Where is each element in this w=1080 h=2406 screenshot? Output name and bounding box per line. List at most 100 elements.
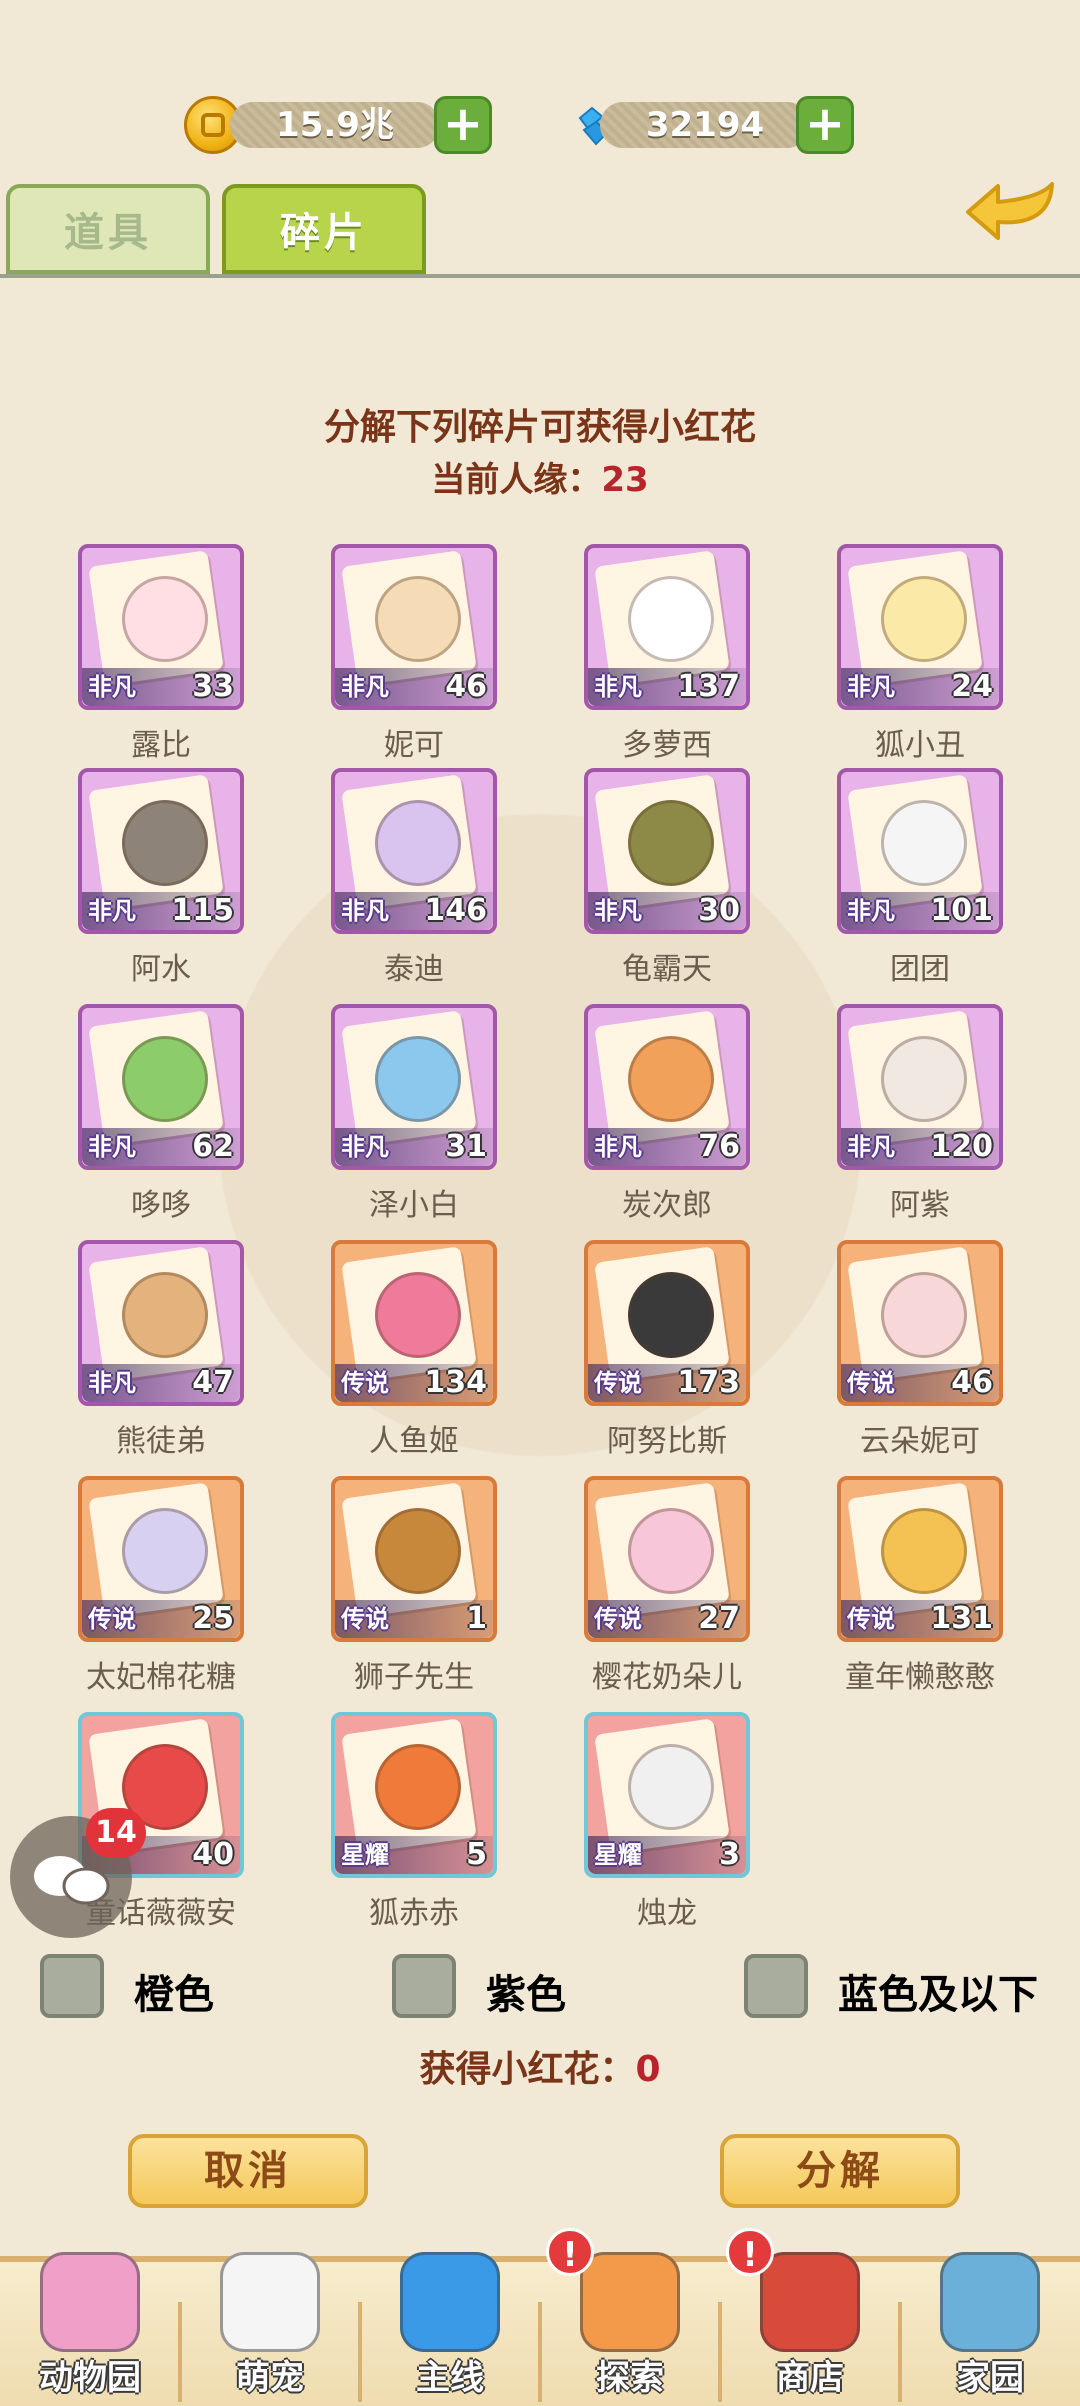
fragment-card[interactable]: 传说 1 [331, 1476, 497, 1642]
fragment-name: 童年懒憨憨 [845, 1660, 995, 1695]
character-portrait-icon [375, 1744, 461, 1830]
fragment-card[interactable]: 传说 134 [331, 1240, 497, 1406]
mission-icon [400, 2252, 500, 2352]
fragment-count: 40 [192, 1837, 234, 1872]
pets-icon [220, 2252, 320, 2352]
fragment-card[interactable]: 传说 25 [78, 1476, 244, 1642]
nav-item[interactable]: 动物园 [0, 2252, 180, 2406]
fragment-count: 27 [698, 1601, 740, 1636]
nav-label: 主线 [416, 2358, 484, 2398]
filter-purple-label: 紫色 [486, 1972, 566, 2018]
decompose-button[interactable]: 分解 [720, 2134, 960, 2208]
filter-orange-label: 橙色 [134, 1972, 214, 2018]
fragment-name: 龟霸天 [622, 952, 712, 987]
fragment-card[interactable]: 传说 46 [837, 1240, 1003, 1406]
fragment-count: 30 [698, 893, 740, 928]
fragment-count: 3 [719, 1837, 740, 1872]
back-arrow-icon[interactable] [960, 176, 1060, 246]
fragment-card[interactable]: 星耀 3 [584, 1712, 750, 1878]
fragment-name: 人鱼姬 [369, 1424, 459, 1459]
nav-item[interactable]: 商店! [720, 2228, 900, 2406]
rarity-badge: 传说 [341, 1605, 389, 1633]
fragment-name: 樱花奶朵儿 [592, 1660, 742, 1695]
nav-item[interactable]: 探索! [540, 2228, 720, 2406]
fragment-count: 76 [698, 1129, 740, 1164]
fragment-card[interactable]: 非凡 76 [584, 1004, 750, 1170]
fragment-name: 烛龙 [637, 1896, 697, 1931]
fragment-card[interactable]: 传说 173 [584, 1240, 750, 1406]
nav-item[interactable]: 萌宠 [180, 2252, 360, 2406]
fragment-count: 131 [930, 1601, 993, 1636]
rarity-badge: 非凡 [594, 897, 642, 925]
add-coins-button[interactable]: + [434, 96, 492, 154]
filter-purple-checkbox[interactable] [392, 1954, 456, 2018]
rarity-badge: 非凡 [594, 673, 642, 701]
alert-icon: ! [726, 2228, 774, 2276]
fragment-card[interactable]: 非凡 62 [78, 1004, 244, 1170]
tab-items[interactable]: 道具 [6, 184, 210, 274]
fragment-name: 泽小白 [369, 1188, 459, 1223]
fragment-card[interactable]: 非凡 46 [331, 544, 497, 710]
character-portrait-icon [628, 576, 714, 662]
fragment-name: 泰迪 [384, 952, 444, 987]
filter-blue-label: 蓝色及以下 [838, 1972, 1038, 2018]
rarity-badge: 非凡 [847, 1133, 895, 1161]
chat-badge: 14 [86, 1808, 146, 1858]
fragment-name: 阿努比斯 [607, 1424, 727, 1459]
fragment-name: 阿紫 [890, 1188, 950, 1223]
add-gems-button[interactable]: + [796, 96, 854, 154]
nav-separator [898, 2302, 902, 2402]
fragment-count: 46 [445, 669, 487, 704]
character-portrait-icon [375, 800, 461, 886]
rarity-badge: 非凡 [88, 673, 136, 701]
shop-icon [760, 2252, 860, 2352]
fragment-name: 太妃棉花糖 [86, 1660, 236, 1695]
nav-item[interactable]: 家园 [900, 2252, 1080, 2406]
fragment-count: 31 [445, 1129, 487, 1164]
fragment-card[interactable]: 非凡 31 [331, 1004, 497, 1170]
fragment-name: 狮子先生 [354, 1660, 474, 1695]
rarity-badge: 传说 [88, 1605, 136, 1633]
nav-label: 萌宠 [236, 2358, 304, 2398]
fragment-card[interactable]: 非凡 30 [584, 768, 750, 934]
fragment-card[interactable]: 非凡 146 [331, 768, 497, 934]
affinity-line: 当前人缘：23 [0, 452, 1080, 501]
fragment-name: 熊徒弟 [116, 1424, 206, 1459]
fragment-count: 24 [951, 669, 993, 704]
fragment-name: 狐赤赤 [369, 1896, 459, 1931]
fragment-card[interactable]: 星耀 5 [331, 1712, 497, 1878]
fragment-card[interactable]: 传说 131 [837, 1476, 1003, 1642]
carousel-icon [40, 2252, 140, 2352]
rarity-badge: 非凡 [594, 1133, 642, 1161]
character-portrait-icon [628, 1744, 714, 1830]
nav-item[interactable]: 主线 [360, 2252, 540, 2406]
fragment-card[interactable]: 非凡 47 [78, 1240, 244, 1406]
fragment-card[interactable]: 传说 27 [584, 1476, 750, 1642]
affinity-label: 当前人缘： [431, 460, 602, 500]
tab-fragments[interactable]: 碎片 [222, 184, 426, 274]
fragment-card[interactable]: 非凡 24 [837, 544, 1003, 710]
character-portrait-icon [881, 800, 967, 886]
page-title: 分解下列碎片可获得小红花 [323, 407, 756, 448]
fragment-card[interactable]: 非凡 120 [837, 1004, 1003, 1170]
fragment-card[interactable]: 非凡 101 [837, 768, 1003, 934]
fragment-count: 47 [192, 1365, 234, 1400]
fragment-name: 云朵妮可 [860, 1424, 980, 1459]
cancel-button[interactable]: 取消 [128, 2134, 368, 2208]
fragment-card[interactable]: 非凡 115 [78, 768, 244, 934]
filter-orange-checkbox[interactable] [40, 1954, 104, 2018]
fragment-name: 阿水 [131, 952, 191, 987]
fragment-card[interactable]: 非凡 137 [584, 544, 750, 710]
rarity-badge: 非凡 [88, 897, 136, 925]
fragment-count: 62 [192, 1129, 234, 1164]
rarity-badge: 非凡 [341, 673, 389, 701]
filter-blue-checkbox[interactable] [744, 1954, 808, 2018]
fragment-name: 团团 [890, 952, 950, 987]
nav-separator [178, 2302, 182, 2402]
fragment-name: 哆哆 [131, 1188, 191, 1223]
fragment-name: 狐小丑 [875, 728, 965, 763]
fragment-card[interactable]: 非凡 33 [78, 544, 244, 710]
character-portrait-icon [881, 1036, 967, 1122]
fragment-count: 46 [951, 1365, 993, 1400]
character-portrait-icon [628, 1508, 714, 1594]
